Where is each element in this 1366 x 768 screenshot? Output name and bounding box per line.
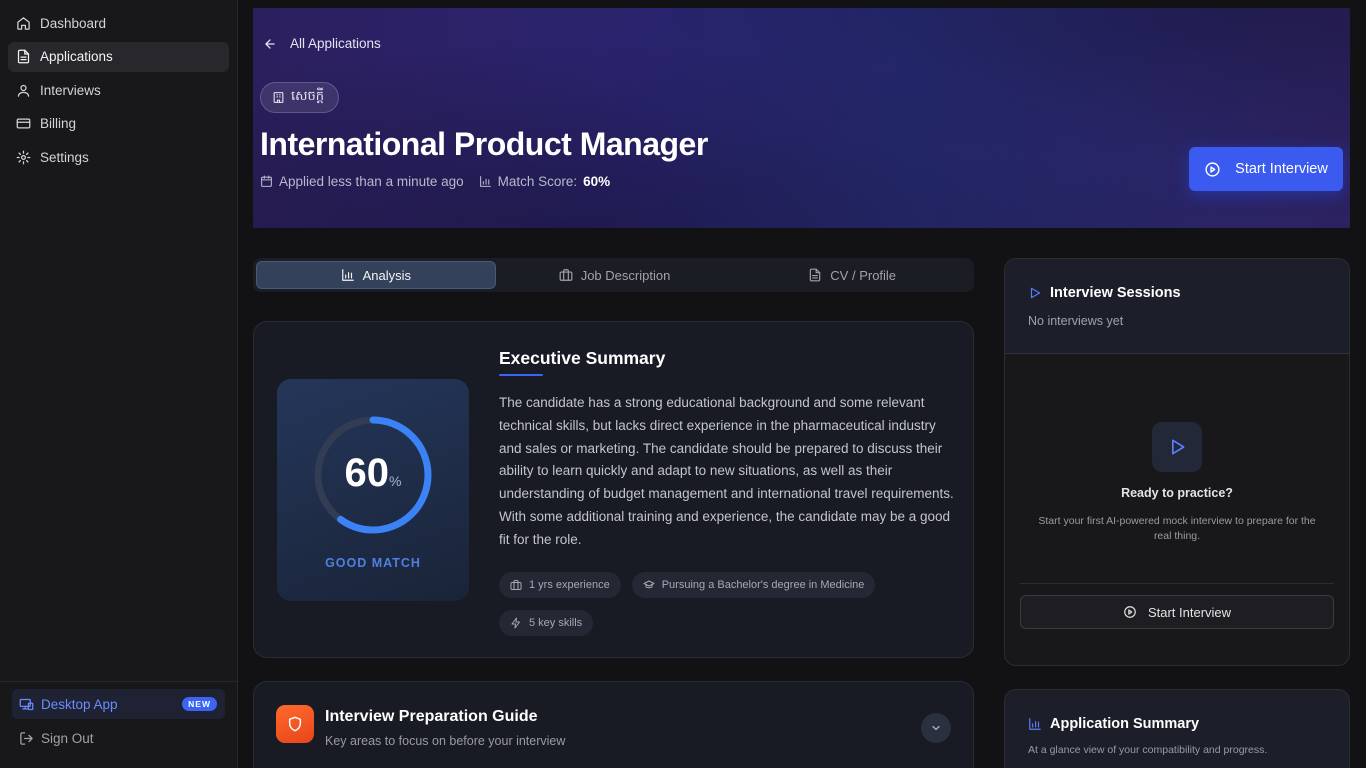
- arrow-left-icon: [265, 38, 275, 49]
- summary-chips: 1 yrs experience Pursuing a Bachelor's d…: [499, 572, 959, 636]
- sidebar: Dashboard Applications Interviews Billin…: [0, 0, 238, 768]
- sessions-title: Interview Sessions: [1028, 285, 1181, 301]
- ready-description: Start your first AI-powered mock intervi…: [1038, 515, 1316, 542]
- match-score-value: 60%: [583, 174, 611, 189]
- sidebar-footer: Desktop App NEW Sign Out: [0, 681, 237, 768]
- sidebar-item-applications[interactable]: Applications: [8, 41, 229, 72]
- education-chip: Pursuing a Bachelor's degree in Medicine: [631, 572, 876, 598]
- tab-analysis[interactable]: Analysis: [256, 261, 496, 289]
- sessions-empty-text: No interviews yet: [1028, 314, 1124, 328]
- play-icon: [1030, 287, 1041, 299]
- calendar-icon: [261, 175, 272, 187]
- sidebar-item-label: Applications: [40, 49, 113, 64]
- tab-label: CV / Profile: [830, 267, 897, 283]
- play-icon: [1172, 439, 1185, 455]
- ready-heading: Ready to practice?: [1121, 486, 1233, 500]
- experience-chip: 1 yrs experience: [499, 572, 621, 598]
- match-score-card: 60% GOOD MATCH: [277, 379, 469, 601]
- sidebar-nav: Dashboard Applications Interviews Billin…: [8, 8, 229, 176]
- briefcase-icon: [559, 269, 573, 281]
- sidebar-item-settings[interactable]: Settings: [8, 142, 229, 172]
- tab-label: Job Description: [580, 267, 671, 283]
- applied-date: Applied less than a minute ago: [279, 174, 464, 189]
- tab-job-description[interactable]: Job Description: [496, 261, 734, 289]
- sidebar-item-dashboard[interactable]: Dashboard: [8, 8, 229, 38]
- graduation-cap-icon: [643, 580, 655, 589]
- sidebar-item-label: Billing: [40, 116, 77, 131]
- play-circle-icon: [1124, 606, 1136, 618]
- desktop-app-label: Desktop App: [41, 696, 118, 712]
- back-link-label: All Applications: [290, 36, 381, 51]
- home-icon: [17, 16, 30, 30]
- score-value: 60%: [277, 451, 469, 496]
- bar-chart-icon: [341, 269, 354, 281]
- prep-icon-box: [276, 705, 314, 743]
- start-interview-label: Start Interview: [1235, 161, 1328, 177]
- sidebar-item-interviews[interactable]: Interviews: [8, 75, 229, 105]
- company-badge: សេចក្តី: [260, 82, 340, 113]
- title-underline: [499, 374, 543, 376]
- play-icon-box: [1152, 422, 1202, 472]
- user-icon: [17, 84, 30, 97]
- chip-label: 1 yrs experience: [529, 579, 610, 591]
- executive-summary-card: 60% GOOD MATCH Executive Summary The can…: [253, 321, 974, 658]
- interview-prep-guide[interactable]: Interview Preparation Guide Key areas to…: [253, 681, 974, 768]
- credit-card-icon: [16, 118, 31, 129]
- gear-icon: [16, 150, 31, 164]
- lightning-icon: [511, 617, 520, 629]
- score-label: GOOD MATCH: [325, 556, 421, 570]
- sign-out-label: Sign Out: [41, 730, 94, 746]
- building-icon: [273, 92, 284, 103]
- start-interview-button-secondary[interactable]: Start Interview: [1020, 595, 1334, 629]
- tab-label: Analysis: [362, 267, 412, 283]
- section-title: Executive Summary: [499, 348, 666, 368]
- bar-chart-icon: [1029, 718, 1041, 730]
- play-circle-icon: [1205, 161, 1220, 177]
- shield-icon: [288, 716, 302, 732]
- application-summary-card: Application Summary At a glance view of …: [1004, 689, 1350, 768]
- file-text-icon: [810, 268, 821, 282]
- briefcase-icon: [510, 580, 522, 590]
- new-badge: NEW: [182, 697, 217, 711]
- monitor-icon: [19, 698, 34, 710]
- skills-chip: 5 key skills: [499, 610, 594, 636]
- interview-sessions-card: Interview Sessions No interviews yet Rea…: [1004, 258, 1350, 666]
- score-number: 60: [344, 451, 390, 495]
- sessions-title-label: Interview Sessions: [1050, 285, 1181, 301]
- tab-bar: Analysis Job Description CV / Profile: [253, 258, 974, 292]
- job-meta: Applied less than a minute ago Match Sco…: [260, 174, 610, 189]
- sign-out-icon: [20, 731, 33, 745]
- summary-text: The candidate has a strong educational b…: [499, 395, 954, 547]
- app-summary-title-label: Application Summary: [1050, 716, 1200, 732]
- desktop-app-button[interactable]: Desktop App NEW: [12, 689, 225, 719]
- app-summary-subtitle: At a glance view of your compatibility a…: [1028, 744, 1268, 756]
- app-summary-title: Application Summary: [1028, 716, 1199, 732]
- sign-out-button[interactable]: Sign Out: [19, 728, 94, 748]
- chip-label: Pursuing a Bachelor's degree in Medicine: [661, 579, 865, 591]
- page-title: International Product Manager: [260, 126, 708, 162]
- expand-button[interactable]: [921, 713, 951, 743]
- prep-title: Interview Preparation Guide: [325, 708, 538, 725]
- start-interview-label: Start Interview: [1147, 604, 1232, 620]
- chevron-down-icon: [932, 725, 940, 731]
- back-link[interactable]: All Applications: [263, 36, 381, 51]
- prep-subtitle: Key areas to focus on before your interv…: [325, 734, 566, 748]
- divider: [1020, 583, 1334, 584]
- bar-chart-icon: [479, 176, 491, 187]
- match-score-label: Match Score:: [497, 174, 578, 189]
- score-unit: %: [389, 473, 402, 489]
- document-icon: [17, 49, 30, 64]
- sidebar-item-label: Dashboard: [40, 15, 107, 31]
- sidebar-item-label: Settings: [40, 149, 89, 165]
- sidebar-item-billing[interactable]: Billing: [8, 109, 229, 139]
- sessions-header: [1005, 259, 1349, 354]
- chip-label: 5 key skills: [529, 617, 583, 629]
- sidebar-item-label: Interviews: [40, 82, 101, 98]
- job-header: All Applications សេចក្តី International P…: [253, 8, 1350, 228]
- start-interview-button[interactable]: Start Interview: [1189, 147, 1343, 191]
- company-name: សេចក្តី: [291, 88, 325, 103]
- tab-cv-profile[interactable]: CV / Profile: [733, 261, 971, 289]
